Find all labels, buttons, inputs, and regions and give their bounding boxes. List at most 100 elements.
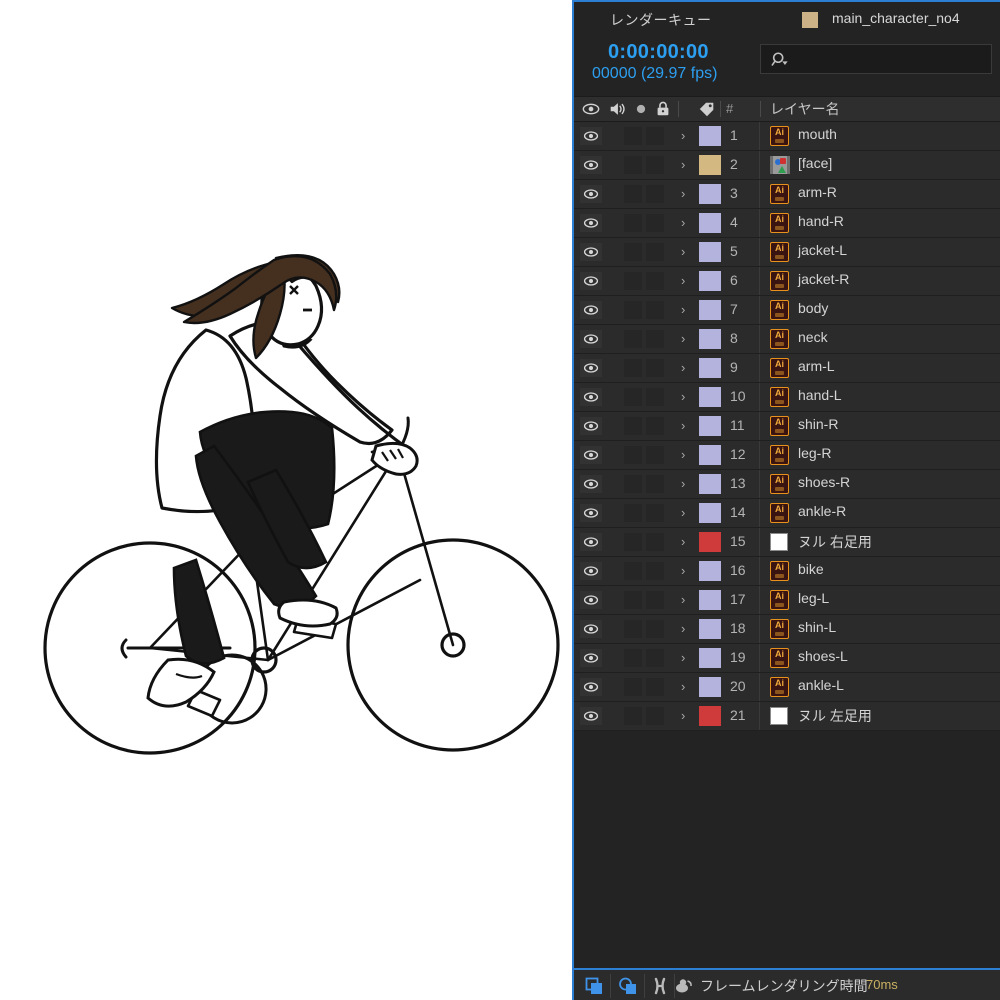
layer-label-swatch[interactable] [699, 213, 721, 233]
layer-name[interactable]: [face] [798, 155, 832, 171]
layer-twirl-arrow[interactable]: › [681, 534, 685, 550]
layer-name[interactable]: ヌル 左足用 [798, 706, 872, 726]
layer-solo-toggle[interactable] [646, 330, 664, 348]
layer-row[interactable]: ›9arm-L [574, 354, 1000, 383]
layer-name[interactable]: mouth [798, 126, 837, 142]
layer-visibility-toggle[interactable] [580, 272, 602, 290]
layer-label-swatch[interactable] [699, 242, 721, 262]
layer-twirl-arrow[interactable]: › [681, 505, 685, 521]
layer-solo-toggle[interactable] [646, 156, 664, 174]
eye-icon[interactable] [583, 621, 599, 637]
eye-icon[interactable] [583, 215, 599, 231]
layer-audio-toggle[interactable] [624, 301, 642, 319]
eye-icon[interactable] [583, 186, 599, 202]
layer-name[interactable]: shoes-L [798, 648, 848, 664]
layer-audio-toggle[interactable] [624, 330, 642, 348]
layer-row[interactable]: ›20ankle-L [574, 673, 1000, 702]
eye-icon[interactable] [583, 389, 599, 405]
layer-visibility-toggle[interactable] [580, 388, 602, 406]
tab-render-queue[interactable]: レンダーキュー [610, 10, 712, 30]
eye-icon[interactable] [583, 708, 599, 724]
layer-row[interactable]: ›11shin-R [574, 412, 1000, 441]
layer-name[interactable]: neck [798, 329, 828, 345]
eye-icon[interactable] [583, 534, 599, 550]
layer-twirl-arrow[interactable]: › [681, 215, 685, 231]
eye-icon[interactable] [583, 273, 599, 289]
eye-icon[interactable] [583, 592, 599, 608]
layer-visibility-toggle[interactable] [580, 214, 602, 232]
layer-twirl-arrow[interactable]: › [681, 621, 685, 637]
layer-twirl-arrow[interactable]: › [681, 244, 685, 260]
layer-name[interactable]: jacket-L [798, 242, 847, 258]
layer-audio-toggle[interactable] [624, 388, 642, 406]
layer-name[interactable]: ヌル 右足用 [798, 532, 872, 552]
eye-icon[interactable] [583, 128, 599, 144]
layer-solo-toggle[interactable] [646, 678, 664, 696]
layer-solo-toggle[interactable] [646, 214, 664, 232]
layer-visibility-toggle[interactable] [580, 533, 602, 551]
layer-audio-toggle[interactable] [624, 591, 642, 609]
layer-row[interactable]: ›1mouth [574, 122, 1000, 151]
frame-blending-icon[interactable] [618, 976, 638, 996]
layer-audio-toggle[interactable] [624, 533, 642, 551]
layer-row[interactable]: ›17leg-L [574, 586, 1000, 615]
layer-twirl-arrow[interactable]: › [681, 360, 685, 376]
layer-row[interactable]: ›8neck [574, 325, 1000, 354]
layer-label-swatch[interactable] [699, 561, 721, 581]
layer-twirl-arrow[interactable]: › [681, 186, 685, 202]
eye-icon[interactable] [583, 679, 599, 695]
layer-label-swatch[interactable] [699, 271, 721, 291]
layer-visibility-toggle[interactable] [580, 156, 602, 174]
layer-name[interactable]: body [798, 300, 828, 316]
eye-icon[interactable] [582, 100, 600, 118]
eye-icon[interactable] [583, 447, 599, 463]
layer-solo-toggle[interactable] [646, 127, 664, 145]
layer-label-swatch[interactable] [699, 126, 721, 146]
layer-visibility-toggle[interactable] [580, 330, 602, 348]
layer-row[interactable]: ›16bike [574, 557, 1000, 586]
layer-twirl-arrow[interactable]: › [681, 273, 685, 289]
layer-solo-toggle[interactable] [646, 533, 664, 551]
layer-audio-toggle[interactable] [624, 359, 642, 377]
current-timecode[interactable]: 0:00:00:00 [608, 41, 709, 64]
eye-icon[interactable] [583, 563, 599, 579]
layer-row[interactable]: ›21ヌル 左足用 [574, 702, 1000, 731]
layer-row[interactable]: ›10hand-L [574, 383, 1000, 412]
layer-audio-toggle[interactable] [624, 272, 642, 290]
layer-twirl-arrow[interactable]: › [681, 302, 685, 318]
timeline-panel[interactable]: レンダーキュー main_character_no4 0:00:00:00 00… [572, 0, 1000, 1000]
layer-audio-toggle[interactable] [624, 562, 642, 580]
layer-audio-toggle[interactable] [624, 620, 642, 638]
layer-row[interactable]: ›15ヌル 右足用 [574, 528, 1000, 557]
layer-visibility-toggle[interactable] [580, 417, 602, 435]
layer-label-swatch[interactable] [699, 503, 721, 523]
layer-visibility-toggle[interactable] [580, 301, 602, 319]
layer-label-swatch[interactable] [699, 358, 721, 378]
layer-visibility-toggle[interactable] [580, 707, 602, 725]
layer-row[interactable]: ›19shoes-L [574, 644, 1000, 673]
layer-audio-toggle[interactable] [624, 707, 642, 725]
layer-solo-toggle[interactable] [646, 562, 664, 580]
layer-visibility-toggle[interactable] [580, 620, 602, 638]
layer-name[interactable]: hand-R [798, 213, 844, 229]
layer-label-swatch[interactable] [699, 532, 721, 552]
layer-solo-toggle[interactable] [646, 185, 664, 203]
eye-icon[interactable] [583, 505, 599, 521]
layer-row[interactable]: ›5jacket-L [574, 238, 1000, 267]
layer-label-swatch[interactable] [699, 300, 721, 320]
layer-label-swatch[interactable] [699, 329, 721, 349]
layer-name[interactable]: jacket-R [798, 271, 849, 287]
layer-twirl-arrow[interactable]: › [681, 563, 685, 579]
layer-twirl-arrow[interactable]: › [681, 708, 685, 724]
speaker-icon[interactable] [607, 100, 627, 118]
layer-solo-toggle[interactable] [646, 388, 664, 406]
label-tag-icon[interactable] [698, 100, 716, 118]
eye-icon[interactable] [583, 650, 599, 666]
layer-solo-toggle[interactable] [646, 649, 664, 667]
layer-label-swatch[interactable] [699, 155, 721, 175]
layer-label-swatch[interactable] [699, 416, 721, 436]
layer-solo-toggle[interactable] [646, 707, 664, 725]
layer-visibility-toggle[interactable] [580, 562, 602, 580]
layer-twirl-arrow[interactable]: › [681, 331, 685, 347]
layer-name[interactable]: ankle-R [798, 503, 846, 519]
